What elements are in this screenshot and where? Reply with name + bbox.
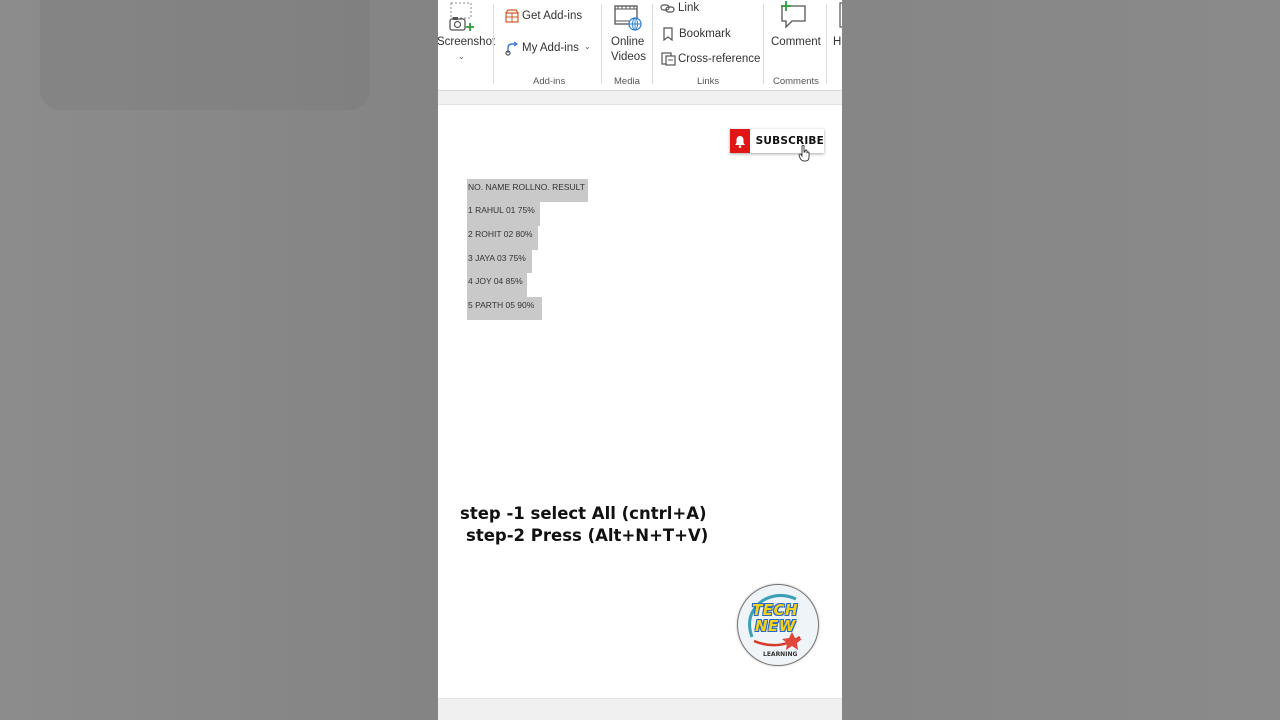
media-group-label: Media — [614, 76, 640, 87]
comment-icon — [780, 0, 808, 33]
links-group-label: Links — [697, 76, 720, 87]
channel-logo: TECH NEW LEARNING — [737, 584, 819, 666]
cross-reference-label: Cross-reference — [678, 53, 761, 65]
store-icon — [505, 9, 519, 26]
table-header-line[interactable]: NO. NAME ROLLNO. RESULT — [467, 179, 588, 202]
ribbon-divider — [438, 91, 842, 105]
online-videos-button[interactable]: Online Videos — [606, 0, 648, 70]
link-label: Link — [678, 2, 700, 14]
screenshot-button[interactable]: Screenshot ⌄ — [438, 0, 495, 70]
subscribe-label: SUBSCRIBE — [755, 135, 824, 147]
link-button[interactable]: Link — [660, 0, 720, 18]
bookmark-label: Bookmark — [679, 28, 731, 40]
header-icon — [839, 2, 842, 31]
status-strip — [438, 698, 842, 720]
video-frame: Screenshot ⌄ Get Add-ins My Add-ins ⌄ Ad… — [438, 0, 842, 720]
chevron-down-icon: ⌄ — [584, 42, 591, 51]
online-video-icon — [614, 4, 642, 35]
header-label-partial: H — [833, 36, 842, 48]
addins-icon — [505, 41, 520, 59]
cross-reference-icon — [661, 52, 676, 69]
list-item[interactable]: 5 PARTH 05 90% — [467, 297, 542, 320]
blurred-background-right — [842, 0, 1280, 720]
logo-text-bottom: LEARNING — [763, 651, 798, 658]
list-item[interactable]: 1 RAHUL 01 75% — [467, 202, 540, 226]
comment-label: Comment — [771, 36, 821, 48]
link-icon — [660, 2, 676, 17]
insert-ribbon: Screenshot ⌄ Get Add-ins My Add-ins ⌄ Ad… — [438, 0, 842, 91]
get-addins-button[interactable]: Get Add-ins — [502, 8, 597, 28]
online-videos-label-line1: Online — [611, 36, 645, 48]
caption-step-1: step -1 select All (cntrl+A) — [460, 504, 707, 523]
cross-reference-button[interactable]: Cross-reference — [660, 50, 760, 70]
get-addins-label: Get Add-ins — [522, 10, 583, 22]
caption-step-2: step-2 Press (Alt+N+T+V) — [466, 526, 709, 545]
logo-text-mid: NEW — [755, 617, 796, 635]
bell-icon — [730, 129, 750, 153]
header-button-partial[interactable]: H — [830, 0, 842, 70]
bookmark-button[interactable]: Bookmark — [660, 25, 740, 45]
list-item[interactable]: 4 JOY 04 85% — [467, 273, 527, 297]
blurred-background-left — [0, 0, 438, 720]
hand-cursor-icon — [798, 145, 811, 167]
my-addins-button[interactable]: My Add-ins ⌄ — [502, 40, 597, 60]
document-page[interactable]: SUBSCRIBE NO. NAME ROLLNO. RESULT 1 RAHU… — [438, 105, 842, 698]
addins-group-label: Add-ins — [533, 76, 566, 87]
my-addins-label: My Add-ins — [522, 42, 579, 54]
comment-button[interactable]: Comment — [767, 0, 821, 70]
online-videos-label-line2: Videos — [611, 51, 646, 63]
chevron-down-icon: ⌄ — [458, 52, 465, 61]
comments-group-label: Comments — [773, 76, 819, 87]
list-item[interactable]: 2 ROHIT 02 80% — [467, 226, 538, 250]
screenshot-icon — [448, 2, 476, 37]
screenshot-label: Screenshot — [438, 36, 496, 48]
bookmark-icon — [663, 27, 673, 44]
list-item[interactable]: 3 JAYA 03 75% — [467, 250, 532, 273]
